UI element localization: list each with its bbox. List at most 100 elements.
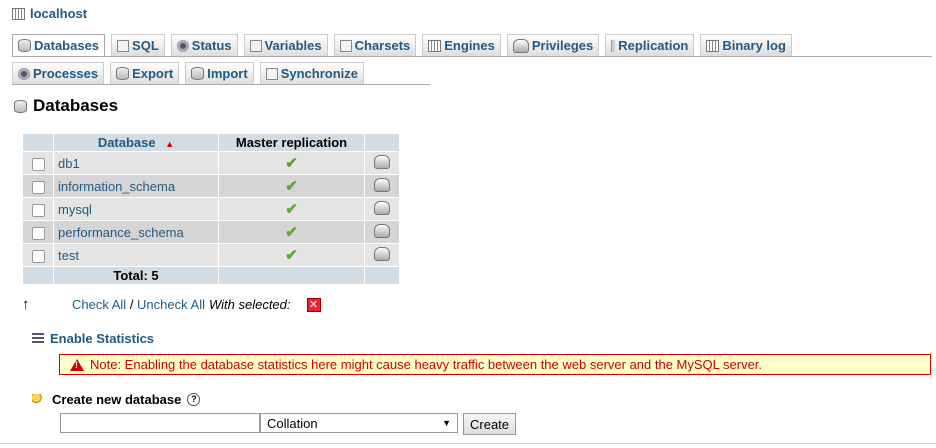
variables-icon [249, 39, 262, 52]
tab-binary-log[interactable]: Binary log [700, 34, 792, 56]
database-link[interactable]: information_schema [54, 175, 218, 197]
help-icon[interactable]: ? [187, 393, 201, 406]
replication-status: ✔ [219, 152, 364, 174]
row-checkbox[interactable] [31, 249, 45, 263]
bottom-divider [0, 443, 936, 444]
statistics-notice: Note: Enabling the database statistics h… [59, 354, 931, 375]
server-breadcrumb[interactable]: localhost [12, 6, 87, 21]
page-title: Databases [14, 96, 118, 116]
tab-synchronize[interactable]: Synchronize [259, 62, 364, 84]
check-privileges-icon[interactable] [374, 154, 390, 169]
row-checkbox-cell [23, 198, 53, 220]
statistics-icon [32, 332, 44, 345]
databases-table: Database ▲ Master replication db1 ✔ info… [22, 133, 400, 285]
database-link[interactable]: db1 [54, 152, 218, 174]
check-privileges-icon[interactable] [374, 223, 390, 238]
replication-status: ✔ [219, 244, 364, 266]
create-database-heading: Create new database ? [32, 392, 201, 407]
uncheck-all-link[interactable]: Uncheck All [137, 297, 205, 312]
replication-status: ✔ [219, 221, 364, 243]
row-checkbox[interactable] [31, 203, 45, 217]
check-privileges-icon[interactable] [374, 246, 390, 261]
with-selected-label: With selected: [208, 297, 291, 312]
database-link[interactable]: test [54, 244, 218, 266]
arrow-up-left-icon: ↑ [22, 296, 30, 313]
tabs-row2-underline [12, 84, 430, 85]
row-action-cell [365, 244, 399, 266]
row-action-cell [365, 221, 399, 243]
tab-privileges[interactable]: Privileges [506, 34, 600, 56]
binary-log-icon [706, 39, 720, 52]
databases-icon [18, 39, 31, 52]
check-privileges-icon[interactable] [374, 200, 390, 215]
tab-replication[interactable]: Replication [605, 34, 695, 56]
tab-export[interactable]: Export [110, 62, 180, 84]
tab-engines[interactable]: Engines [422, 34, 501, 56]
create-database-title: Create new database [52, 392, 182, 407]
dropdown-arrow-icon: ▼ [442, 418, 451, 428]
table-row: db1 ✔ [23, 152, 399, 174]
tabs-row1-underline [12, 56, 932, 57]
tab-databases[interactable]: Databases [12, 34, 106, 56]
database-link[interactable]: mysql [54, 198, 218, 220]
master-replication-header: Master replication [219, 134, 364, 151]
main-tabs-row1: Databases SQL Status Variables Charsets … [12, 34, 792, 56]
tab-charsets[interactable]: Charsets [333, 34, 417, 56]
total-blank-cell [23, 267, 53, 284]
table-row: mysql ✔ [23, 198, 399, 220]
row-checkbox[interactable] [31, 157, 45, 171]
header-checkbox-cell [23, 134, 53, 151]
table-header-row: Database ▲ Master replication [23, 134, 399, 151]
check-icon: ✔ [285, 201, 298, 218]
server-label[interactable]: localhost [30, 6, 87, 21]
tab-import[interactable]: Import [185, 62, 254, 84]
row-action-cell [365, 198, 399, 220]
engines-icon [428, 39, 442, 52]
table-total-row: Total: 5 [23, 267, 399, 284]
sql-icon [117, 39, 130, 52]
tab-variables[interactable]: Variables [243, 34, 328, 56]
check-icon: ✔ [285, 155, 298, 172]
check-icon: ✔ [285, 178, 298, 195]
collation-select[interactable]: Collation ▼ [260, 413, 458, 433]
privileges-icon [512, 38, 529, 53]
charsets-icon [339, 39, 352, 52]
row-action-cell [365, 175, 399, 197]
total-blank-cell [365, 267, 399, 284]
new-database-icon [32, 393, 46, 406]
notice-text: Note: Enabling the database statistics h… [90, 357, 763, 372]
total-blank-cell [219, 267, 364, 284]
sort-by-database-header[interactable]: Database ▲ [54, 134, 218, 151]
collation-selected: Collation [267, 415, 318, 431]
enable-statistics-link[interactable]: Enable Statistics [50, 331, 154, 346]
drop-selected-icon[interactable]: ✕ [306, 297, 321, 312]
header-action-cell [365, 134, 399, 151]
sort-ascending-icon: ▲ [165, 139, 175, 149]
new-database-name-input[interactable] [60, 413, 260, 433]
check-icon: ✔ [285, 247, 298, 264]
row-checkbox-cell [23, 175, 53, 197]
replication-icon [611, 39, 616, 52]
row-checkbox-cell [23, 244, 53, 266]
row-checkbox[interactable] [31, 180, 45, 194]
row-checkbox[interactable] [31, 226, 45, 240]
tab-sql[interactable]: SQL [111, 34, 165, 56]
tab-status[interactable]: Status [170, 34, 238, 56]
database-link[interactable]: performance_schema [54, 221, 218, 243]
table-row: test ✔ [23, 244, 399, 266]
check-privileges-icon[interactable] [374, 177, 390, 192]
enable-statistics[interactable]: Enable Statistics [32, 331, 154, 346]
replication-status: ✔ [219, 198, 364, 220]
main-tabs-row2: Processes Export Import Synchronize [12, 62, 364, 84]
bulk-actions: ↑ Check All / Uncheck All With selected:… [22, 296, 321, 313]
replication-status: ✔ [219, 175, 364, 197]
check-icon: ✔ [285, 224, 298, 241]
tab-processes[interactable]: Processes [12, 62, 105, 84]
export-icon [116, 67, 130, 80]
import-icon [191, 67, 205, 80]
processes-icon [18, 67, 30, 80]
bulk-separator: / [126, 297, 138, 312]
warning-icon [70, 358, 84, 371]
check-all-link[interactable]: Check All [72, 297, 126, 312]
create-button[interactable]: Create [463, 413, 517, 435]
